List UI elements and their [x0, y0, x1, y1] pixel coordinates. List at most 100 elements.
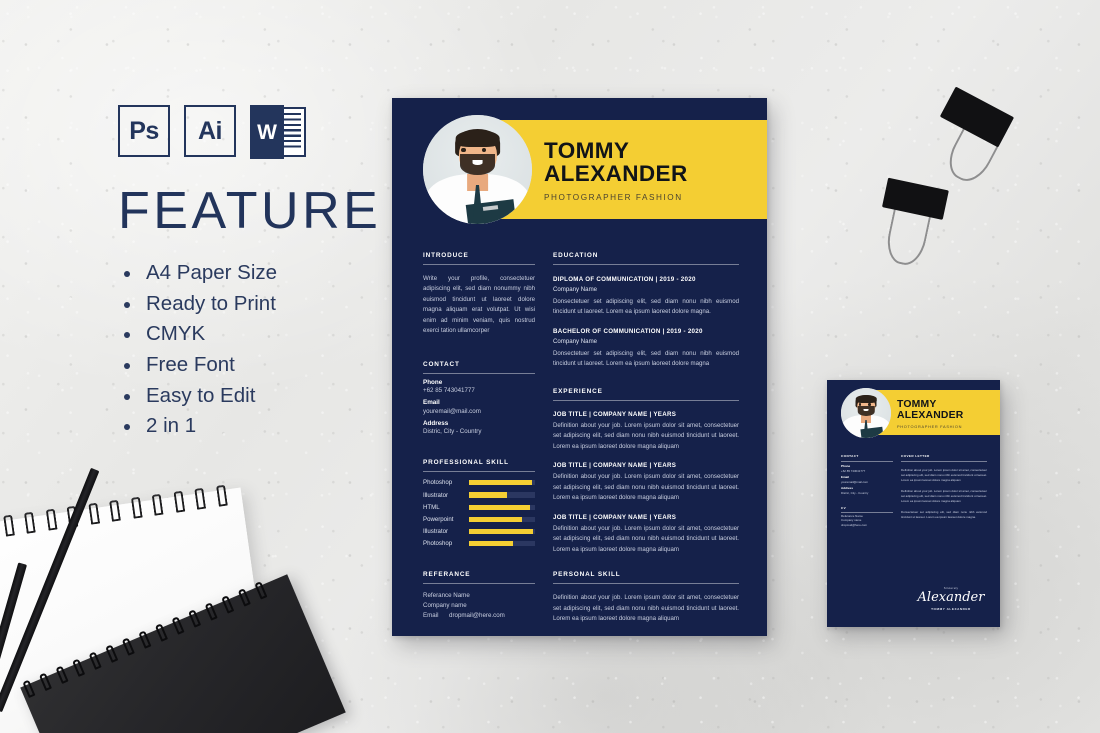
experience-item-body: Definition about your job. Lorem ipsum d…	[553, 473, 739, 502]
signature-name: Alexander	[917, 590, 985, 605]
education-title: EDUCATION	[553, 252, 599, 259]
experience-rule	[553, 399, 739, 401]
resume-name-last: ALEXANDER	[544, 160, 688, 186]
small-contact-rule	[841, 460, 893, 462]
small-contact-key-phone: Phone	[841, 464, 851, 468]
resume-small-name-block: TOMMY ALEXANDER PHOTOGRAPHER FASHION	[897, 399, 964, 430]
introduce-title: INTRODUCE	[423, 252, 469, 259]
skill-row: Illustrator	[423, 528, 535, 535]
small-contact-key-email: Email	[841, 475, 850, 479]
education-item-body: Donsectetuer set adipiscing elit, sed di…	[553, 297, 739, 315]
introduce-rule	[423, 264, 535, 265]
feature-list: A4 Paper Size Ready to Print CMYK Free F…	[118, 261, 368, 439]
skill-row: Photoshop	[423, 479, 535, 486]
resume-small-role: PHOTOGRAPHER FASHION	[897, 424, 963, 430]
skill-row: Illustrator	[423, 492, 535, 499]
small-cover-rule	[901, 460, 987, 462]
signature-block: Sincerely Alexander TOMMY ALEXANDER	[913, 586, 989, 611]
small-section-cv: CV Referance Name Company name dropmail@…	[841, 506, 893, 527]
education-item-body: Donsectetuer set adipiscing elit, sed di…	[553, 349, 739, 368]
contact-key-email: Email	[423, 399, 440, 407]
small-contact-key-address: Address	[841, 486, 854, 490]
word-tab-shape: W	[250, 105, 284, 159]
contact-value-address: Distric, City - Country	[423, 428, 482, 436]
small-cover-body-3: Donsectetuer set adipiscing elit, sed di…	[901, 509, 987, 520]
small-contact-value-email: youremail@mail.com	[841, 479, 869, 484]
resume-main-page: TOMMY ALEXANDER PHOTOGRAPHER FASHION INT…	[392, 98, 767, 636]
skill-label: Illustrator	[423, 528, 449, 536]
resume-name-first: TOMMY	[544, 138, 630, 163]
section-introduce: INTRODUCE Write your profile, consectetu…	[423, 252, 535, 337]
signature-subtitle: TOMMY ALEXANDER	[931, 607, 971, 611]
education-item-head: DIPLOMA OF COMMUNICATION | 2019 - 2020	[553, 276, 696, 283]
contact-key-phone: Phone	[423, 378, 443, 386]
resume-role: PHOTOGRAPHER FASHION	[544, 192, 683, 202]
small-contact-title: CONTACT	[841, 454, 859, 458]
personal-skill-title: PERSONAL SKILL	[553, 571, 621, 579]
feature-list-item: 2 in 1	[118, 414, 368, 438]
skill-label: Powerpoint	[423, 515, 454, 523]
experience-item-head: JOB TITLE | COMPANY NAME | YEARS	[553, 462, 677, 470]
experience-item-body: Definition about your job. Lorem ipsum d…	[553, 524, 739, 553]
small-cover-title: COVER LETTER	[901, 454, 930, 458]
education-item-sub: Company Name	[553, 285, 598, 293]
small-referance-name: Referance Name	[841, 513, 863, 518]
skill-label: Illustrator	[423, 491, 449, 499]
professional-skill-title: PROFESSIONAL SKILL	[423, 459, 509, 467]
experience-item: JOB TITLE | COMPANY NAME | YEARS Definit…	[553, 514, 739, 555]
resume-right-column: EDUCATION DIPLOMA OF COMMUNICATION | 201…	[553, 252, 739, 625]
small-section-contact: CONTACT Phone +62 85 743041777 Email you…	[841, 454, 893, 495]
feature-title: FEATURE	[118, 182, 382, 240]
resume-left-column: INTRODUCE Write your profile, consectetu…	[423, 252, 535, 619]
referance-rule	[423, 583, 535, 585]
feature-panel: Ps Ai W FEATURE A4 Paper Size Ready to P…	[118, 105, 382, 445]
avatar-small	[841, 388, 891, 438]
introduce-body: Write your profile, consectetuer adipisc…	[423, 275, 535, 335]
referance-company: Company name	[423, 602, 467, 610]
photoshop-badge-label: Ps	[129, 116, 159, 145]
software-badge-row: Ps Ai W	[118, 105, 368, 159]
resume-small-page: TOMMY ALEXANDER PHOTOGRAPHER FASHION CON…	[827, 380, 1000, 627]
resume-small-name-last: ALEXANDER	[897, 409, 964, 421]
photoshop-badge: Ps	[118, 105, 170, 157]
small-cover-body-1: Definition about your job. Lorem ipsum d…	[901, 467, 987, 482]
section-contact: CONTACT Phone +62 85 743041777 Email you…	[423, 361, 535, 436]
feature-list-item: CMYK	[118, 322, 368, 346]
contact-key-address: Address	[423, 419, 449, 427]
feature-list-item: Easy to Edit	[118, 384, 368, 408]
personal-skill-rule	[553, 583, 739, 585]
personal-skill-body: Definition about your job. Lorem ipsum d…	[553, 594, 739, 623]
small-referance-company: Company name	[841, 518, 862, 522]
skill-row: HTML	[423, 504, 535, 511]
skill-label: HTML	[423, 503, 440, 511]
skill-bar	[469, 504, 535, 510]
illustrator-badge-label: Ai	[198, 116, 223, 145]
word-badge: W	[250, 105, 306, 159]
contact-value-phone: +62 85 743041777	[423, 387, 475, 395]
section-experience: EXPERIENCE JOB TITLE | COMPANY NAME | YE…	[553, 388, 739, 555]
skill-bar	[469, 516, 535, 522]
education-item-sub: Company Name	[553, 337, 598, 345]
section-education: EDUCATION DIPLOMA OF COMMUNICATION | 201…	[553, 252, 739, 370]
experience-item-body: Definition about your job. Lorem ipsum d…	[553, 421, 739, 450]
section-personal-skill: PERSONAL SKILL Definition about your job…	[553, 571, 739, 624]
referance-email-value: dropmail@here.com	[449, 612, 505, 620]
education-item: BACHELOR OF COMMUNICATION | 2019 - 2020 …	[553, 328, 739, 369]
experience-item-head: JOB TITLE | COMPANY NAME | YEARS	[553, 513, 677, 521]
resume-small-left-column: CONTACT Phone +62 85 743041777 Email you…	[841, 454, 893, 527]
small-referance-email: dropmail@here.com	[841, 522, 868, 527]
resume-name-block: TOMMY ALEXANDER PHOTOGRAPHER FASHION	[544, 138, 688, 202]
skill-bar	[469, 541, 535, 547]
feature-list-item: Ready to Print	[118, 292, 368, 316]
contact-value-email: youremail@mail.com	[423, 407, 481, 415]
skill-row: Powerpoint	[423, 516, 535, 523]
section-referance: REFERANCE Referance Name Company name Em…	[423, 571, 535, 619]
small-cover-body-2: Definition about your job. Lorem ipsum d…	[901, 488, 987, 503]
small-cv-title: CV	[841, 505, 847, 510]
education-item-head: BACHELOR OF COMMUNICATION | 2019 - 2020	[553, 328, 703, 336]
resume-small-right-column: COVER LETTER Definition about your job. …	[901, 454, 987, 520]
professional-skill-rule	[423, 471, 535, 473]
referance-name: Referance Name	[423, 592, 470, 600]
feature-list-item: Free Font	[118, 353, 368, 377]
experience-item: JOB TITLE | COMPANY NAME | YEARS Definit…	[553, 411, 739, 452]
